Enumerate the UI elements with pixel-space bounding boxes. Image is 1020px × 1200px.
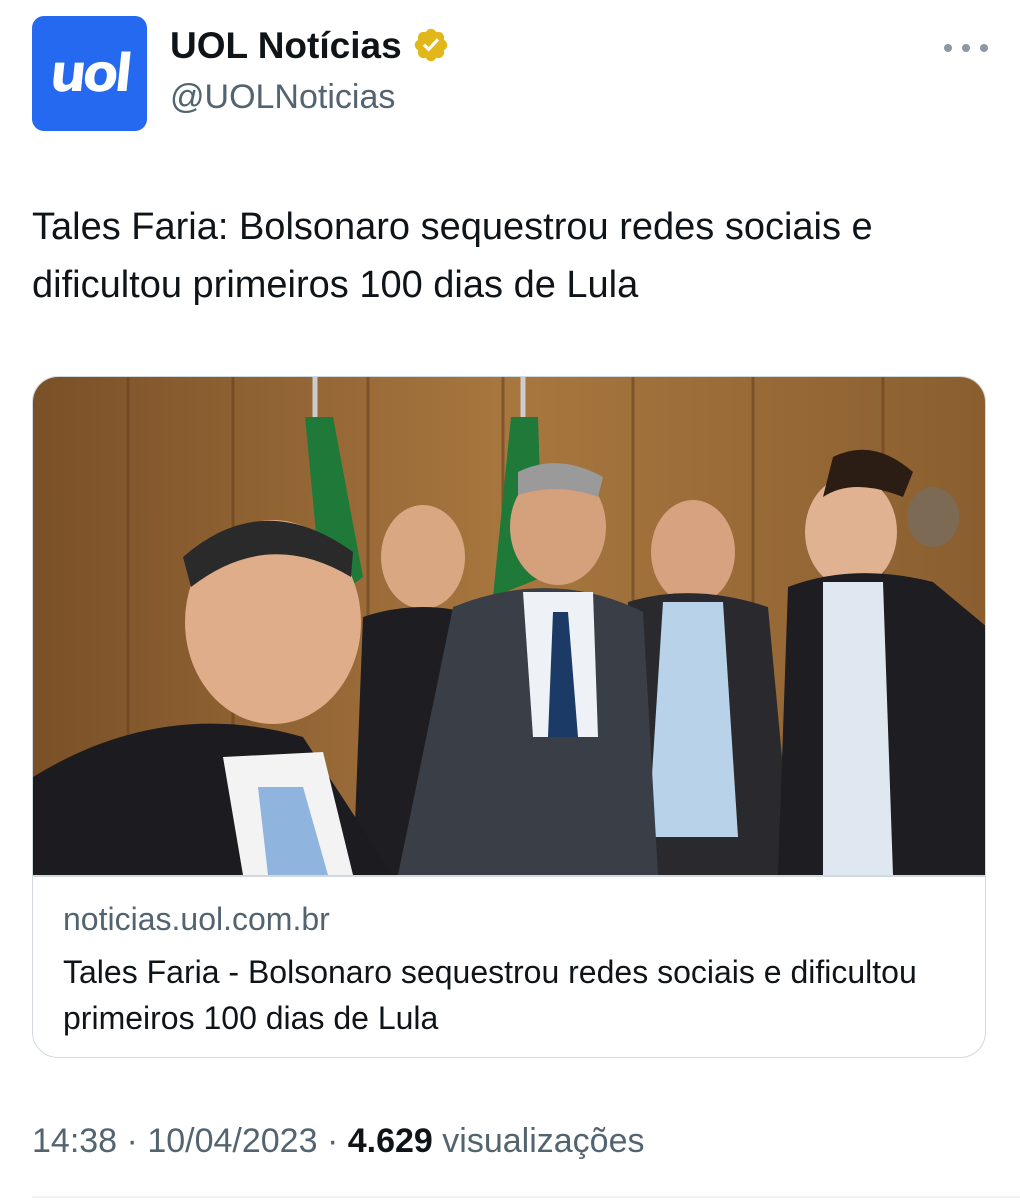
more-dots-icon[interactable]: [944, 30, 988, 66]
author-avatar[interactable]: uol: [32, 16, 147, 131]
tweet-date[interactable]: 10/04/2023: [147, 1122, 317, 1160]
more-dot: [980, 44, 988, 52]
card-domain: noticias.uol.com.br: [63, 901, 330, 937]
author-handle[interactable]: @UOLNoticias: [170, 80, 395, 114]
news-photo: [33, 377, 985, 875]
views-label[interactable]: visualizações: [442, 1122, 644, 1160]
uol-logo: uol: [47, 43, 132, 104]
more-dot: [962, 44, 970, 52]
card-title: Tales Faria - Bolsonaro sequestrou redes…: [63, 954, 917, 1036]
tweet-detail: uol UOL Notícias @UOLNoticias Tales Fari…: [0, 0, 1020, 1200]
more-dot: [944, 44, 952, 52]
tweet-meta: 14:38 · 10/04/2023 · 4.629 visualizações: [32, 1124, 645, 1158]
bottom-divider: [32, 1196, 1020, 1198]
meta-separator: ·: [126, 1122, 138, 1160]
tweet-text: Tales Faria: Bolsonaro sequestrou redes …: [32, 206, 873, 306]
views-count[interactable]: 4.629: [348, 1122, 433, 1160]
author-name-row: UOL Notícias: [170, 26, 450, 64]
card-image: [33, 377, 985, 875]
verified-badge-icon: [414, 28, 447, 62]
link-preview-card[interactable]: noticias.uol.com.br Tales Faria - Bolson…: [32, 376, 986, 1058]
author-display-name[interactable]: UOL Notícias: [170, 27, 402, 64]
meta-separator: ·: [326, 1122, 339, 1160]
card-divider: [33, 875, 985, 877]
tweet-time[interactable]: 14:38: [32, 1122, 117, 1160]
